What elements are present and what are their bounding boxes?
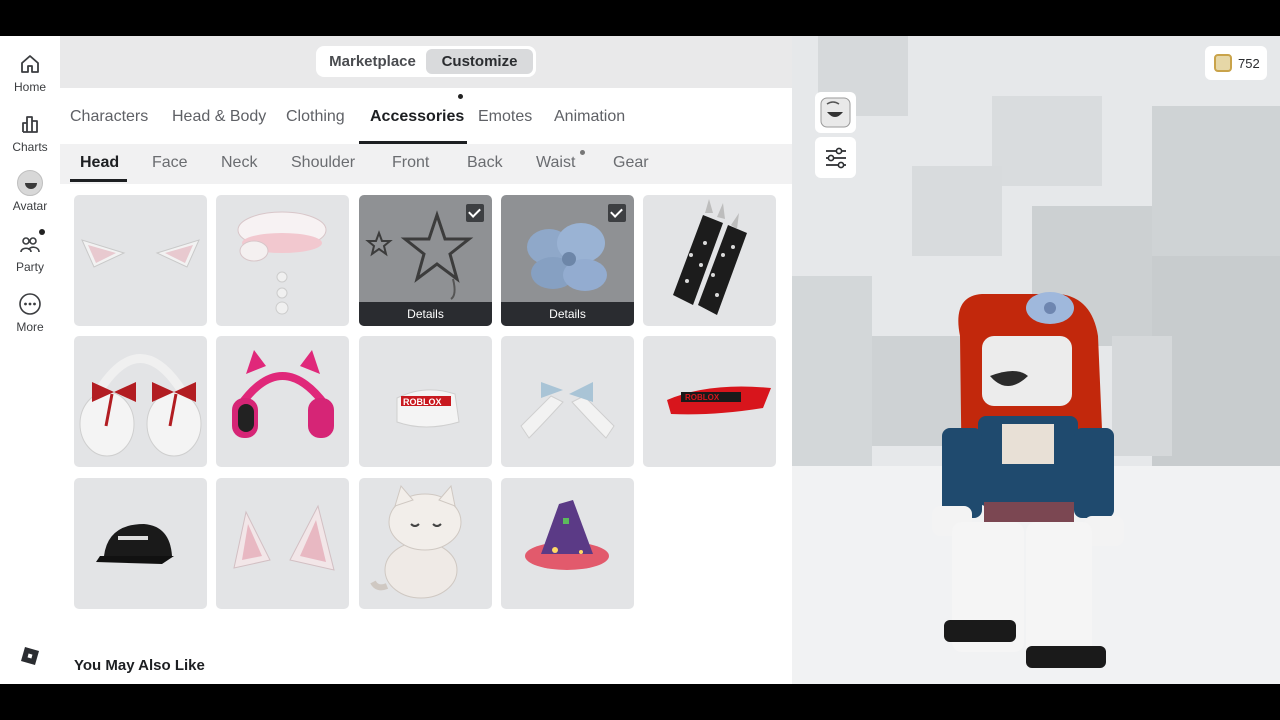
spiked-clip-icon [673, 199, 747, 315]
subtab-shoulder[interactable]: Shoulder [291, 154, 355, 172]
active-subtab-indicator [70, 179, 127, 182]
adjust-settings-button[interactable] [815, 137, 856, 178]
item-tile[interactable] [216, 195, 349, 326]
item-tile[interactable] [643, 195, 776, 326]
tab-head-body[interactable]: Head & Body [172, 108, 266, 126]
nav-item-charts[interactable]: Charts [0, 112, 60, 168]
subtab-back[interactable]: Back [467, 154, 503, 172]
nav-item-avatar[interactable]: Avatar [0, 170, 60, 226]
avatar-preview-scene[interactable]: 752 [792, 36, 1280, 684]
tab-animation[interactable]: Animation [554, 108, 625, 126]
home-icon [21, 55, 39, 73]
roblox-logo-icon[interactable] [21, 647, 39, 665]
item-tile[interactable] [74, 336, 207, 467]
item-tile[interactable]: ROBLOX [643, 336, 776, 467]
nav-label: Home [13, 80, 46, 94]
selected-check-icon [608, 204, 626, 222]
marketplace-customize-toggle: Marketplace Customize [316, 46, 536, 77]
avatar-headshot-icon [820, 97, 851, 128]
you-may-also-like-heading: You May Also Like [74, 657, 205, 674]
notification-dot [580, 150, 585, 155]
customize-tab[interactable]: Customize [426, 49, 533, 74]
item-tile[interactable] [359, 478, 492, 609]
subtab-head[interactable]: Head [80, 154, 119, 172]
top-bar: Marketplace Customize [60, 36, 792, 88]
avatar-headshot-button[interactable] [815, 92, 856, 133]
party-icon [20, 237, 40, 253]
robux-icon [1214, 54, 1232, 72]
sliders-icon [826, 147, 846, 169]
tab-characters[interactable]: Characters [70, 108, 148, 126]
nav-item-more[interactable]: More [0, 292, 60, 348]
robux-balance[interactable]: 752 [1205, 46, 1267, 80]
item-tile[interactable] [501, 478, 634, 609]
nav-item-home[interactable]: Home [0, 52, 60, 108]
details-button[interactable]: Details [359, 302, 492, 326]
details-button[interactable]: Details [501, 302, 634, 326]
subtab-gear[interactable]: Gear [613, 154, 649, 172]
scene-background [792, 36, 1280, 684]
accessory-subtabs: Head Face Neck Shoulder Front Back Waist… [60, 144, 792, 184]
tab-emotes[interactable]: Emotes [478, 108, 532, 126]
item-tile[interactable] [501, 336, 634, 467]
avatar-editor-screen: Home Charts Avatar Party More Marketplac… [0, 36, 1280, 684]
nav-label: Party [15, 260, 44, 274]
notification-dot [458, 94, 463, 99]
tab-accessories[interactable]: Accessories [370, 108, 464, 126]
notification-dot [39, 229, 45, 235]
item-tile[interactable] [74, 195, 207, 326]
subtab-waist[interactable]: Waist [536, 154, 575, 172]
subtab-front[interactable]: Front [392, 154, 429, 172]
item-tile[interactable] [216, 478, 349, 609]
cat-headphones-icon [232, 350, 334, 438]
subtab-face[interactable]: Face [152, 154, 188, 172]
subtab-neck[interactable]: Neck [221, 154, 257, 172]
svg-text:ROBLOX: ROBLOX [685, 393, 720, 402]
item-tile[interactable]: Details [359, 195, 492, 326]
bow-earmuffs-icon [79, 354, 202, 457]
nav-label: Avatar [12, 199, 48, 213]
galaxy-witch-hat-icon [525, 500, 609, 570]
nav-item-party[interactable]: Party [0, 229, 60, 288]
tab-clothing[interactable]: Clothing [286, 108, 345, 126]
left-nav: Home Charts Avatar Party More [0, 36, 60, 684]
selected-check-icon [466, 204, 484, 222]
marketplace-tab[interactable]: Marketplace [319, 49, 426, 74]
category-tabs: Characters Head & Body Clothing Accessor… [60, 88, 792, 144]
item-tile[interactable] [216, 336, 349, 467]
more-icon [19, 293, 41, 315]
avatar-icon [17, 170, 43, 196]
gingham-bows-icon [520, 382, 615, 439]
item-tile[interactable]: ROBLOX [359, 336, 492, 467]
charts-icon [22, 116, 38, 133]
robux-amount: 752 [1238, 55, 1260, 71]
red-visor-icon: ROBLOX [667, 386, 771, 415]
svg-text:ROBLOX: ROBLOX [403, 397, 442, 407]
nav-label: Charts [12, 140, 48, 154]
cat-ears-icon [81, 239, 200, 268]
fox-ears-icon [233, 504, 335, 571]
cat-plush-icon [370, 484, 462, 599]
item-tile[interactable]: Details [501, 195, 634, 326]
black-cap-icon [96, 524, 174, 564]
pig-beret-icon [237, 211, 327, 315]
white-visor-icon: ROBLOX [396, 389, 460, 428]
item-tile[interactable] [74, 478, 207, 609]
nav-label: More [16, 320, 44, 334]
